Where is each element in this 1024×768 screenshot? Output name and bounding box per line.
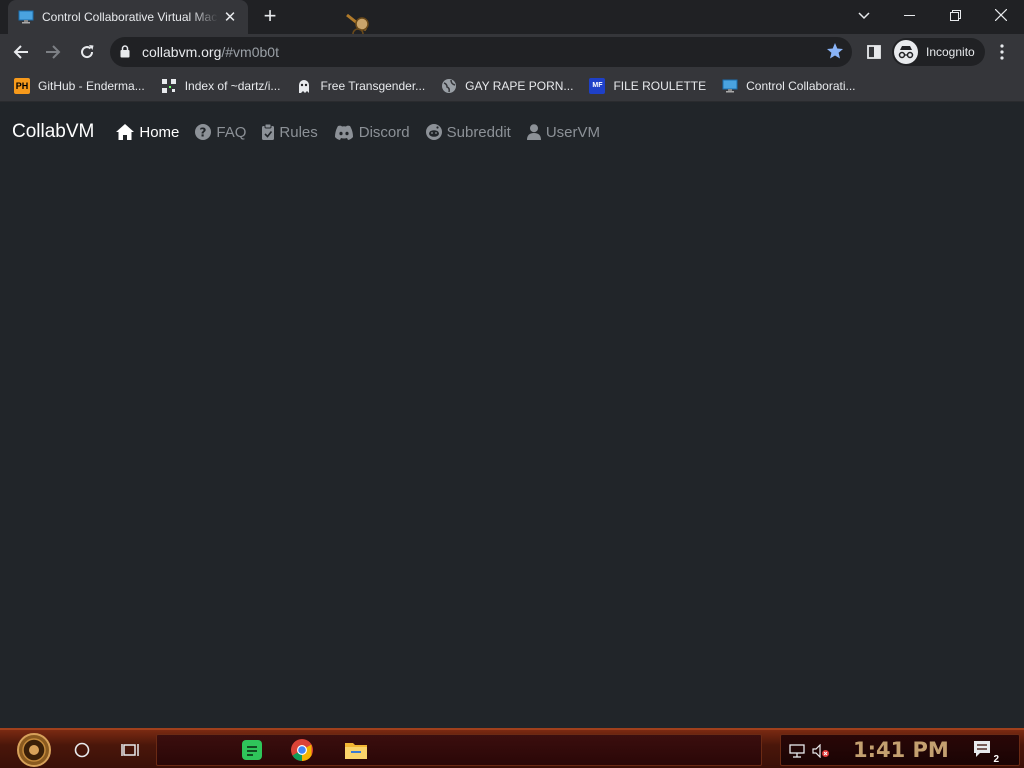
home-icon <box>116 124 135 140</box>
new-tab-button[interactable]: + <box>258 5 282 29</box>
nav-home[interactable]: Home <box>116 124 179 141</box>
nav-discord[interactable]: Discord <box>334 124 410 141</box>
star-icon[interactable] <box>826 42 844 60</box>
arrow-left-icon <box>13 45 28 59</box>
discord-icon <box>334 125 353 140</box>
forward-button[interactable] <box>38 37 68 67</box>
user-icon <box>526 124 541 140</box>
notification-icon <box>974 741 990 757</box>
monitor-icon <box>18 10 34 24</box>
network-icon <box>789 744 805 758</box>
taskbar-clock[interactable]: 1:41 PM <box>853 738 949 762</box>
taskbar: 1:41 PM 2 <box>0 728 1024 768</box>
browser-menu-button[interactable] <box>990 40 1014 64</box>
reddit-icon <box>425 124 442 140</box>
bookmark-collabvm[interactable]: Control Collaborati... <box>718 73 861 99</box>
bookmark-label: GitHub - Enderma... <box>38 78 145 93</box>
taskbar-apps <box>156 734 762 766</box>
monitor-icon <box>722 79 738 92</box>
address-bar[interactable]: collabvm.org/#vm0b0t <box>110 37 852 67</box>
nav-subreddit-label: Subreddit <box>446 123 511 141</box>
close-icon <box>995 9 1007 21</box>
web-page: CollabVM Home ? FAQ Rules Discord Subred… <box>0 102 1024 728</box>
tab-title: Control Collaborative Virtual Machine <box>42 10 218 24</box>
restore-button[interactable] <box>932 0 978 30</box>
tab-search-button[interactable] <box>852 4 876 28</box>
system-tray: 1:41 PM 2 <box>780 734 1020 766</box>
side-panel-icon <box>867 45 881 59</box>
task-view-button[interactable] <box>118 738 142 762</box>
incognito-label: Incognito <box>926 45 975 59</box>
bookmark-file-roulette[interactable]: MF FILE ROULETTE <box>585 73 712 99</box>
nav-rules-label: Rules <box>279 123 318 141</box>
nav-rules[interactable]: Rules <box>262 123 318 141</box>
question-icon: ? <box>195 124 212 140</box>
nav-faq[interactable]: ? FAQ <box>195 124 246 141</box>
tab-close-button[interactable]: ✕ <box>222 8 238 26</box>
reload-icon <box>81 45 94 59</box>
tab-strip: Control Collaborative Virtual Machine ✕ … <box>0 0 1024 40</box>
file-explorer-icon <box>345 743 367 759</box>
clipboard-icon <box>262 124 275 140</box>
incognito-profile-button[interactable]: Incognito <box>892 38 985 66</box>
site-brand[interactable]: CollabVM <box>12 121 94 143</box>
lock-icon <box>120 45 130 58</box>
nav-uservm-label: UserVM <box>545 123 601 141</box>
bookmark-globe[interactable]: GAY RAPE PORN... <box>437 73 579 99</box>
nav-discord-label: Discord <box>358 123 410 141</box>
ghost-icon <box>299 79 310 93</box>
notification-center-button[interactable]: 2 <box>973 740 999 765</box>
search-circle-icon <box>74 742 90 758</box>
nav-home-label: Home <box>139 123 180 141</box>
reload-button[interactable] <box>72 37 102 67</box>
browser-toolbar: collabvm.org/#vm0b0t Incognito <box>0 34 1024 70</box>
minimize-icon <box>903 14 915 16</box>
incognito-icon <box>894 40 918 64</box>
nav-subreddit[interactable]: Subreddit <box>425 123 511 141</box>
taskbar-app-chrome[interactable] <box>281 737 323 763</box>
mf-icon: MF <box>589 77 606 94</box>
network-button[interactable] <box>787 741 807 761</box>
start-button[interactable] <box>10 732 58 768</box>
bookmark-free-transgender[interactable]: Free Transgender... <box>292 73 431 99</box>
notification-count: 2 <box>993 754 999 765</box>
url-path: /#vm0b0t <box>221 44 279 60</box>
chevron-down-icon <box>858 12 870 20</box>
bookmark-github[interactable]: PH GitHub - Enderma... <box>10 73 151 99</box>
bookmark-label: Free Transgender... <box>320 78 426 93</box>
svg-text:?: ? <box>200 126 207 140</box>
taskbar-app-file-explorer[interactable] <box>335 737 377 763</box>
side-panel-button[interactable] <box>862 40 886 64</box>
url-host: collabvm.org <box>142 44 222 60</box>
taskbar-app-notes[interactable] <box>231 737 273 763</box>
taskbar-search-button[interactable] <box>70 738 94 762</box>
minimize-button[interactable] <box>886 0 932 30</box>
bookmark-dartz[interactable]: Index of ~dartz/i... <box>157 73 287 99</box>
task-view-icon <box>121 744 139 756</box>
bookmark-label: Control Collaborati... <box>746 78 856 93</box>
restore-icon <box>949 9 961 21</box>
volume-button[interactable] <box>811 741 831 761</box>
ph-icon: PH <box>14 77 30 94</box>
bookmark-label: GAY RAPE PORN... <box>465 78 574 93</box>
qr-icon <box>161 78 176 93</box>
browser-tab[interactable]: Control Collaborative Virtual Machine ✕ <box>8 0 248 34</box>
volume-muted-icon <box>812 744 829 758</box>
kebab-menu-icon <box>1000 44 1004 60</box>
nav-uservm[interactable]: UserVM <box>526 123 601 141</box>
window-controls <box>886 0 1024 34</box>
nav-faq-label: FAQ <box>216 123 247 141</box>
arrow-right-icon <box>46 45 61 59</box>
chrome-icon <box>291 739 313 761</box>
bookmark-label: FILE ROULETTE <box>613 78 707 93</box>
notes-app-icon <box>242 740 262 760</box>
bookmark-label: Index of ~dartz/i... <box>184 78 281 93</box>
globe-icon <box>442 78 457 93</box>
close-window-button[interactable] <box>978 0 1024 30</box>
site-navbar: CollabVM Home ? FAQ Rules Discord Subred… <box>0 102 1024 162</box>
back-button[interactable] <box>6 37 36 67</box>
bookmarks-bar: PH GitHub - Enderma... Index of ~dartz/i… <box>0 70 1024 102</box>
url-text: collabvm.org/#vm0b0t <box>142 44 279 60</box>
